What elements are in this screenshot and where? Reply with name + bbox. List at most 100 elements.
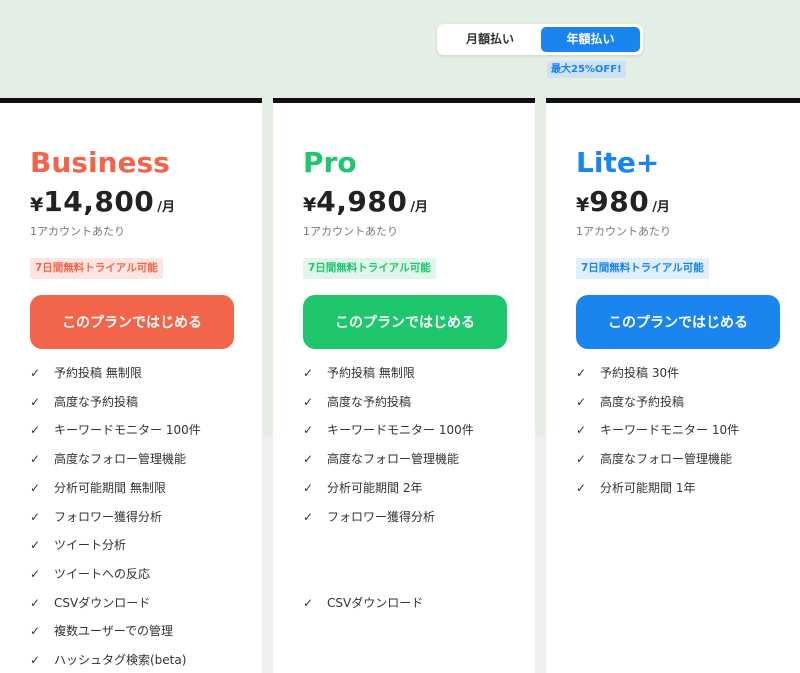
check-icon: ✓ [303, 452, 314, 467]
feature-item: ✓ 高度なフォロー管理機能 [30, 448, 186, 470]
check-icon: ✓ [303, 366, 314, 380]
feature-label: 高度な予約投稿 [54, 394, 139, 409]
trial-badge: 7日間無料トライアル可能 [576, 258, 709, 279]
feature-item: ✓ キーワードモニター 100件 [303, 419, 474, 441]
feature-item: ✓ 予約投稿 無制限 [303, 362, 415, 384]
price-currency: ¥ [30, 194, 44, 216]
billing-toggle: 月額払い 年額払い [437, 24, 643, 55]
feature-label: CSVダウンロード [54, 595, 151, 610]
check-icon: ✓ [576, 452, 587, 467]
feature-item: ✓ 予約投稿 30件 [576, 362, 679, 384]
plan-price: ¥980/月 [576, 185, 670, 218]
plan-name: Business [30, 146, 170, 179]
feature-label: ツイートへの反応 [54, 566, 151, 581]
feature-label: 高度なフォロー管理機能 [600, 452, 733, 467]
discount-badge: 最大25%OFF! [547, 61, 626, 78]
check-icon: ✓ [30, 566, 41, 581]
start-plan-button[interactable]: このプランではじめる [30, 295, 234, 349]
plan-card-pro: Pro ¥4,980/月 1アカウントあたり 7日間無料トライアル可能 このプラ… [273, 98, 535, 673]
feature-label: 分析可能期間 無制限 [54, 480, 166, 495]
feature-item: ✓ キーワードモニター 10件 [576, 419, 739, 441]
feature-label: ツイート分析 [54, 538, 127, 553]
feature-item: ✓ 分析可能期間 1年 [576, 477, 695, 499]
check-icon: ✓ [30, 423, 41, 438]
feature-label: 予約投稿 無制限 [54, 366, 142, 380]
check-icon: ✓ [576, 394, 587, 409]
price-amount: 980 [589, 185, 650, 218]
plan-card-lite-plus: Lite+ ¥980/月 1アカウントあたり 7日間無料トライアル可能 このプラ… [546, 98, 800, 673]
feature-label: 分析可能期間 1年 [600, 480, 696, 495]
feature-label: 分析可能期間 2年 [327, 480, 423, 495]
start-plan-button[interactable]: このプランではじめる [303, 295, 507, 349]
check-icon: ✓ [576, 366, 587, 380]
plan-card-business: Business ¥14,800/月 1アカウントあたり 7日間無料トライアル可… [0, 98, 262, 673]
check-icon: ✓ [303, 509, 314, 524]
feature-item: ✓ 高度なフォロー管理機能 [303, 448, 459, 470]
feature-item: ✓ 高度な予約投稿 [576, 391, 684, 413]
monthly-billing-tab[interactable]: 月額払い [440, 27, 540, 52]
check-icon: ✓ [30, 538, 41, 553]
plan-name: Lite+ [576, 146, 660, 179]
per-account-note: 1アカウントあたり [576, 225, 671, 238]
feature-item: ✓ ハッシュタグ検索(beta) [30, 649, 186, 671]
feature-item: ✓ CSVダウンロード [30, 592, 150, 614]
feature-item: ✓ キーワードモニター 100件 [30, 419, 201, 441]
feature-label: 予約投稿 無制限 [327, 366, 415, 380]
price-amount: 14,800 [43, 185, 155, 218]
feature-label: 高度な予約投稿 [600, 394, 685, 409]
feature-label: フォロワー獲得分析 [54, 509, 163, 524]
check-icon: ✓ [303, 480, 314, 495]
check-icon: ✓ [30, 394, 41, 409]
feature-item: ✓ 高度なフォロー管理機能 [576, 448, 732, 470]
feature-item: ✓ フォロワー獲得分析 [303, 506, 435, 528]
feature-item: ✓ 分析可能期間 2年 [303, 477, 422, 499]
feature-item: ✓ CSVダウンロード [303, 592, 423, 614]
feature-item: ✓ 高度な予約投稿 [303, 391, 411, 413]
price-amount: 4,980 [316, 185, 408, 218]
price-unit: /月 [157, 200, 176, 215]
start-plan-button[interactable]: このプランではじめる [576, 295, 780, 349]
feature-label: 高度なフォロー管理機能 [327, 452, 460, 467]
feature-item: ✓ 複数ユーザーでの管理 [30, 620, 173, 642]
check-icon: ✓ [576, 423, 587, 438]
feature-item: ✓ ツイートへの反応 [30, 563, 150, 585]
check-icon: ✓ [30, 480, 41, 495]
feature-label: キーワードモニター 100件 [327, 423, 474, 438]
price-currency: ¥ [303, 194, 317, 216]
plan-name: Pro [303, 146, 357, 179]
feature-label: 予約投稿 30件 [600, 366, 680, 380]
check-icon: ✓ [30, 509, 41, 524]
feature-label: CSVダウンロード [327, 595, 424, 610]
check-icon: ✓ [303, 394, 314, 409]
check-icon: ✓ [303, 423, 314, 438]
feature-label: 高度なフォロー管理機能 [54, 452, 187, 467]
feature-item: ✓ 予約投稿 無制限 [30, 362, 142, 384]
feature-label: ハッシュタグ検索(beta) [54, 653, 187, 667]
plan-price: ¥4,980/月 [303, 185, 428, 218]
plan-price: ¥14,800/月 [30, 185, 175, 218]
check-icon: ✓ [30, 452, 41, 467]
per-account-note: 1アカウントあたり [30, 225, 125, 238]
trial-badge: 7日間無料トライアル可能 [303, 258, 436, 279]
feature-item: ✓ 分析可能期間 無制限 [30, 477, 166, 499]
check-icon: ✓ [576, 480, 587, 495]
feature-label: 高度な予約投稿 [327, 394, 412, 409]
feature-label: キーワードモニター 10件 [600, 423, 740, 438]
check-icon: ✓ [303, 595, 314, 610]
per-account-note: 1アカウントあたり [303, 225, 398, 238]
feature-label: キーワードモニター 100件 [54, 423, 201, 438]
feature-item: ✓ フォロワー獲得分析 [30, 506, 162, 528]
check-icon: ✓ [30, 624, 41, 639]
price-unit: /月 [410, 200, 429, 215]
check-icon: ✓ [30, 653, 41, 667]
trial-badge: 7日間無料トライアル可能 [30, 258, 163, 279]
check-icon: ✓ [30, 366, 41, 380]
feature-item: ✓ ツイート分析 [30, 534, 126, 556]
check-icon: ✓ [30, 595, 41, 610]
feature-item: ✓ 高度な予約投稿 [30, 391, 138, 413]
price-unit: /月 [652, 200, 670, 215]
feature-label: フォロワー獲得分析 [327, 509, 436, 524]
yearly-billing-tab[interactable]: 年額払い [541, 27, 640, 52]
price-currency: ¥ [576, 194, 590, 216]
feature-label: 複数ユーザーでの管理 [54, 624, 174, 639]
